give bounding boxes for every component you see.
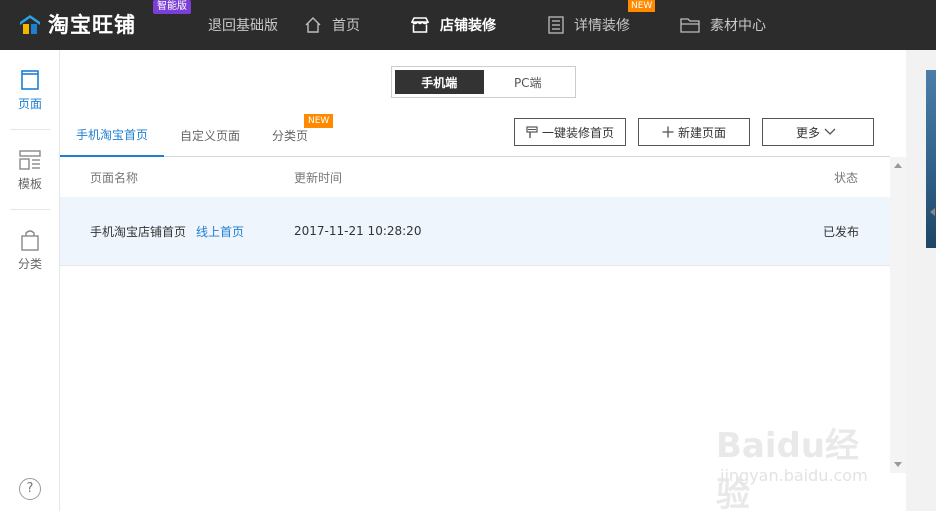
- template-icon: [19, 149, 41, 170]
- device-toggle-pc[interactable]: PC端: [484, 70, 573, 94]
- storefront-icon: [410, 17, 430, 33]
- sidebar-item-categories[interactable]: 分类: [0, 210, 60, 290]
- top-navigation-bar: 淘宝旺铺 智能版 退回基础版 首页 店铺装修 详情装修 NEW 素材中心: [0, 0, 936, 50]
- device-toggle-mobile[interactable]: 手机端: [395, 70, 484, 94]
- nav-materials-label: 素材中心: [710, 18, 766, 34]
- brush-icon: [526, 125, 538, 138]
- row-status: 已发布: [822, 224, 859, 239]
- preview-panel-edge: [906, 50, 936, 511]
- nav-home[interactable]: 首页: [304, 0, 360, 50]
- column-header-name: 页面名称: [90, 170, 139, 185]
- device-toggle: 手机端 PC端: [391, 66, 576, 98]
- help-icon[interactable]: ?: [19, 478, 41, 500]
- nav-materials[interactable]: 素材中心: [680, 0, 766, 50]
- home-icon: [305, 17, 321, 33]
- new-page-button[interactable]: 新建页面: [638, 118, 750, 146]
- column-header-status: 状态: [833, 170, 858, 185]
- nav-home-label: 首页: [332, 18, 360, 34]
- row-page-name: 手机淘宝店铺首页 线上首页: [90, 197, 244, 265]
- logo[interactable]: 淘宝旺铺: [18, 9, 136, 39]
- row-page-name-text: 手机淘宝店铺首页: [90, 224, 187, 239]
- table-header: 页面名称 更新时间 状态: [60, 157, 890, 197]
- row-updated-time: 2017-11-21 10:28:20: [294, 224, 422, 238]
- nav-detail-decor[interactable]: 详情装修: [548, 0, 630, 50]
- row-online-home-link[interactable]: 线上首页: [196, 197, 244, 265]
- edition-badge: 智能版: [153, 0, 191, 14]
- list-document-icon: [548, 16, 564, 34]
- logo-text: 淘宝旺铺: [48, 13, 136, 37]
- more-label: 更多: [795, 125, 820, 140]
- plus-icon: [662, 126, 674, 138]
- scroll-up-arrow-icon[interactable]: [894, 163, 902, 168]
- tab-category-page[interactable]: 分类页: [272, 114, 308, 157]
- nav-store-decor-label: 店铺装修: [440, 18, 496, 34]
- tab-mobile-home[interactable]: 手机淘宝首页: [60, 114, 165, 157]
- tab-custom-pages[interactable]: 自定义页面: [180, 114, 240, 157]
- more-dropdown-button[interactable]: 更多: [762, 118, 874, 146]
- folder-icon: [680, 18, 700, 33]
- sidebar-item-templates-label: 模板: [17, 176, 42, 191]
- collapse-caret-icon[interactable]: [930, 208, 935, 216]
- left-sidebar: 页面 模板 分类 ?: [0, 50, 60, 511]
- tab-new-badge: NEW: [304, 114, 334, 128]
- new-page-label: 新建页面: [677, 125, 726, 140]
- scroll-down-arrow-icon[interactable]: [894, 462, 902, 467]
- nav-back-basic[interactable]: 退回基础版: [208, 0, 278, 50]
- page-icon: [21, 69, 39, 90]
- watermark-sub: jingyan.baidu.com: [720, 466, 868, 485]
- sidebar-item-categories-label: 分类: [17, 256, 42, 271]
- shopping-bag-icon: [21, 229, 39, 251]
- nav-back-basic-label: 退回基础版: [208, 18, 278, 34]
- one-click-decorate-button[interactable]: 一键装修首页: [514, 118, 626, 146]
- one-click-decorate-label: 一键装修首页: [541, 125, 614, 140]
- nav-store-decor[interactable]: 店铺装修: [410, 0, 496, 50]
- sidebar-item-templates[interactable]: 模板: [0, 130, 60, 210]
- table-row[interactable]: 手机淘宝店铺首页 线上首页 2017-11-21 10:28:20 已发布: [60, 197, 890, 265]
- sidebar-item-pages[interactable]: 页面: [0, 50, 60, 130]
- baidu-watermark: Baidu经验 jingyan.baidu.com: [716, 418, 891, 515]
- logo-icon: [18, 12, 42, 36]
- detail-new-badge: NEW: [628, 0, 656, 12]
- column-header-updated: 更新时间: [294, 170, 343, 185]
- chevron-down-icon: [824, 128, 836, 135]
- row-divider: [60, 265, 890, 266]
- preview-image: [926, 70, 936, 248]
- sidebar-item-pages-label: 页面: [17, 96, 42, 111]
- nav-detail-decor-label: 详情装修: [574, 18, 630, 34]
- vertical-scrollbar[interactable]: [890, 157, 906, 473]
